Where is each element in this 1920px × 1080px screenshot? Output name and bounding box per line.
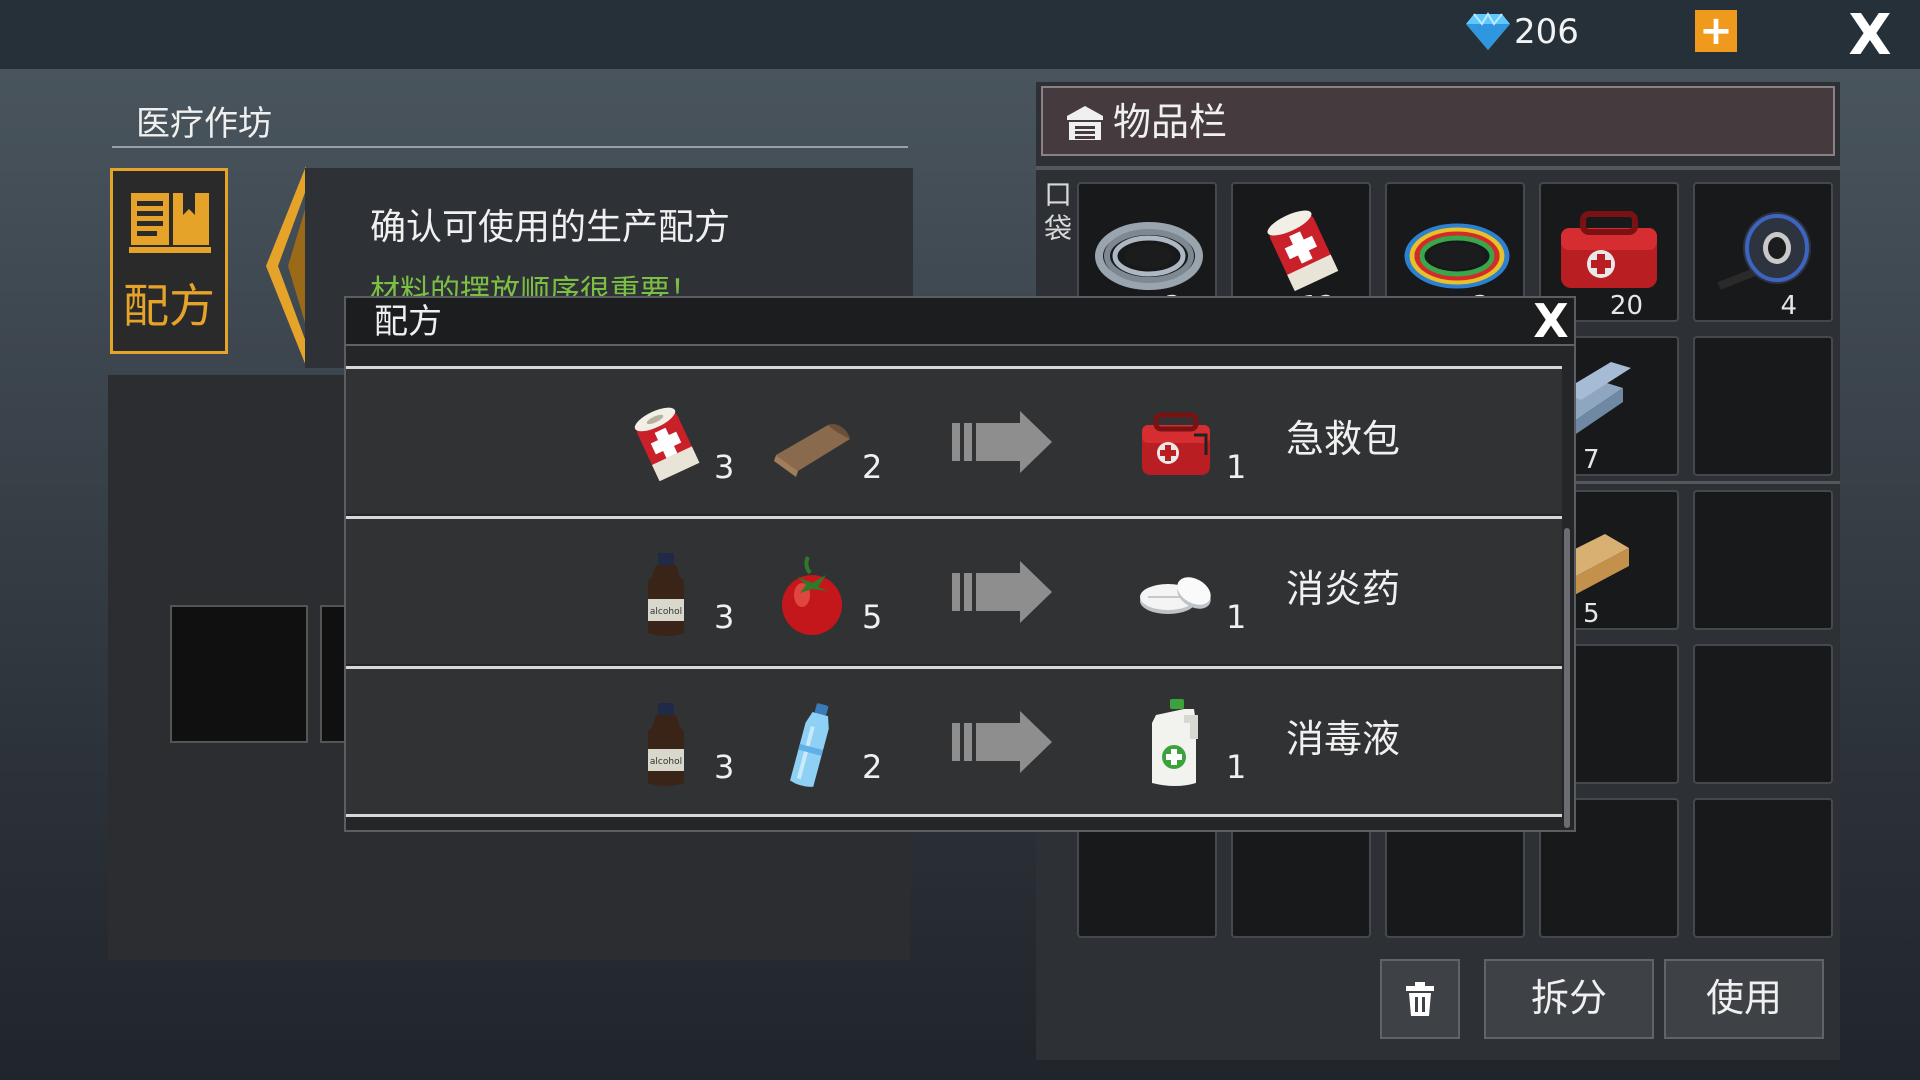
recipe-dialog-header: 配方 X — [346, 298, 1574, 346]
recipe-dialog-title: 配方 — [374, 302, 442, 342]
use-button[interactable]: 使用 — [1664, 959, 1824, 1039]
inventory-slot[interactable] — [1693, 644, 1833, 784]
add-gems-button[interactable]: + — [1695, 10, 1737, 52]
recipe-book-icon — [129, 193, 211, 253]
inventory-slot[interactable]: 4 — [1693, 182, 1833, 322]
recipe-row[interactable]: 3 2 1 急救包 — [346, 366, 1562, 514]
gem-count: 206 — [1514, 12, 1579, 52]
arrow-right-icon — [952, 411, 1054, 473]
workshop-title: 医疗作坊 — [136, 104, 272, 144]
title-divider — [112, 146, 908, 148]
warehouse-icon — [1067, 106, 1103, 140]
inventory-slot[interactable] — [1693, 490, 1833, 630]
recipe-tab-label: 配方 — [123, 279, 215, 333]
water-bottle-icon — [770, 697, 854, 793]
close-recipe-dialog-button[interactable]: X — [1528, 298, 1574, 344]
output-qty: 1 — [1226, 598, 1247, 636]
arrow-right-icon — [952, 561, 1054, 623]
arrow-right-icon — [952, 711, 1054, 773]
cloth-icon — [770, 395, 854, 491]
output-name: 急救包 — [1286, 417, 1401, 461]
item-count: 5 — [1583, 599, 1600, 629]
first-aid-kit-icon — [1551, 198, 1671, 298]
output-qty: 1 — [1226, 448, 1247, 486]
bandage-icon — [1243, 202, 1363, 302]
item-count: 4 — [1780, 291, 1797, 321]
colored-cables-icon — [1397, 204, 1517, 304]
close-workshop-button[interactable]: X — [1844, 8, 1896, 64]
diamond-icon — [1466, 12, 1510, 50]
recipe-dialog: 配方 X 3 2 1 急救包 3 5 1 消炎药 3 2 1 消毒液 — [344, 296, 1576, 832]
disinfectant-jug-icon — [1134, 695, 1218, 791]
inventory-slot[interactable] — [1693, 798, 1833, 938]
item-count: 7 — [1583, 445, 1600, 475]
output-name: 消毒液 — [1286, 717, 1401, 761]
input-qty: 2 — [862, 748, 883, 786]
input-qty: 3 — [714, 598, 735, 636]
pills-icon — [1134, 545, 1218, 641]
recipe-row[interactable]: 3 2 1 消毒液 — [346, 666, 1562, 817]
output-qty: 1 — [1226, 748, 1247, 786]
plus-icon: + — [1699, 8, 1733, 54]
inventory-slot[interactable] — [1693, 336, 1833, 476]
split-button[interactable]: 拆分 — [1484, 959, 1654, 1039]
scrollbar[interactable] — [1564, 528, 1570, 828]
tomato-icon — [770, 547, 854, 643]
inventory-title: 物品栏 — [1113, 100, 1228, 144]
info-title: 确认可使用的生产配方 — [370, 207, 731, 248]
first-aid-kit-icon — [1134, 395, 1218, 491]
chevron-left-icon[interactable] — [260, 166, 310, 366]
inventory-header: 物品栏 — [1041, 86, 1835, 156]
pocket-label: 口袋 — [1043, 178, 1072, 245]
recipe-tab-button[interactable]: 配方 — [110, 168, 228, 354]
item-count: 20 — [1609, 291, 1643, 321]
bandage-icon — [624, 395, 708, 491]
top-bar — [0, 0, 1920, 69]
input-qty: 3 — [714, 448, 735, 486]
alcohol-bottle-icon — [624, 697, 708, 793]
craft-slot[interactable] — [170, 605, 308, 743]
input-qty: 2 — [862, 448, 883, 486]
recipe-row[interactable]: 3 5 1 消炎药 — [346, 516, 1562, 664]
duct-tape-icon — [1705, 198, 1825, 298]
output-name: 消炎药 — [1286, 567, 1401, 611]
input-qty: 5 — [862, 598, 883, 636]
input-qty: 3 — [714, 748, 735, 786]
inventory-divider — [1570, 481, 1840, 484]
wire-coil-icon — [1089, 204, 1209, 304]
delete-button[interactable] — [1380, 959, 1460, 1039]
alcohol-bottle-icon — [624, 547, 708, 643]
inventory-divider — [1036, 166, 1840, 170]
trash-icon — [1406, 982, 1434, 1016]
